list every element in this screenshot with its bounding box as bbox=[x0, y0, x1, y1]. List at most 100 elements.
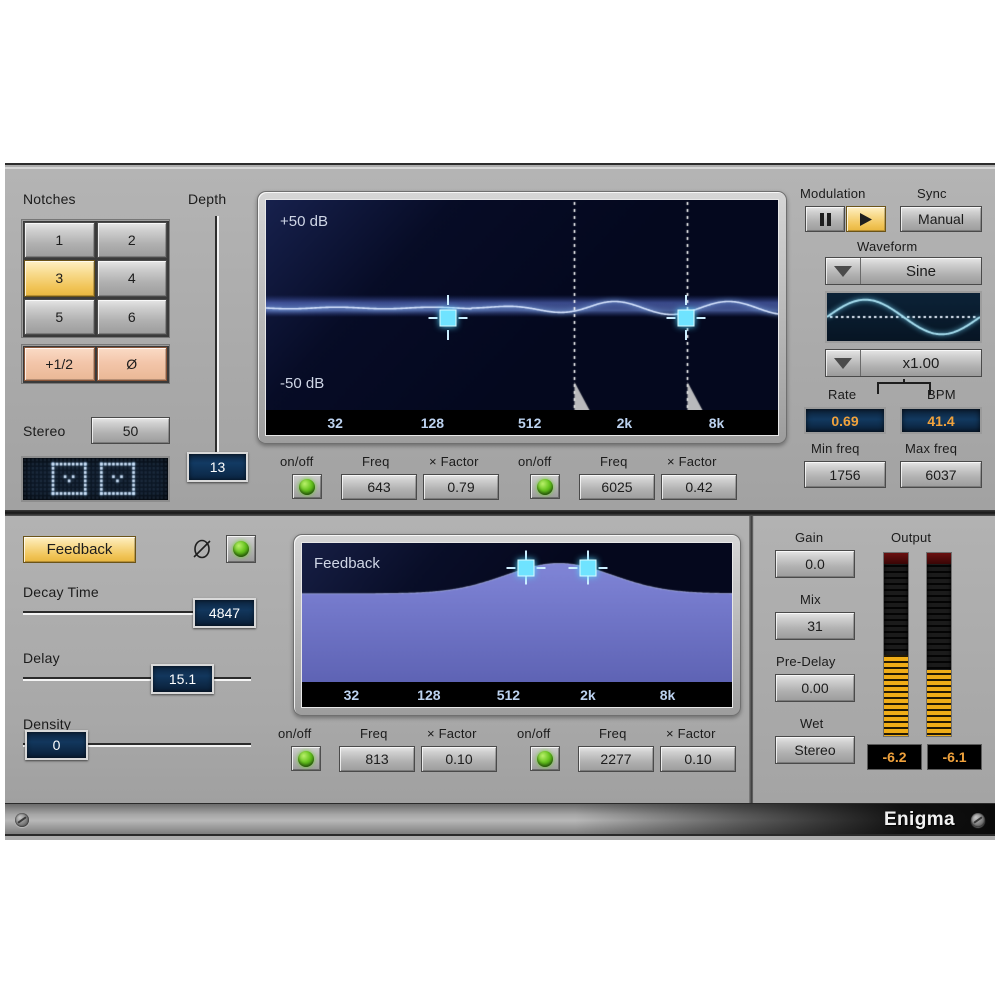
rate-bpm-link-icon bbox=[877, 379, 931, 394]
feedback-title-button[interactable]: Feedback bbox=[23, 536, 136, 563]
axis-tick: 128 bbox=[420, 414, 445, 431]
notch-node-1[interactable] bbox=[439, 309, 457, 326]
half-step-button[interactable]: +1/2 bbox=[24, 347, 95, 381]
fb-band1-factor-field[interactable]: 0.10 bbox=[421, 746, 497, 772]
band2-factor-label: × Factor bbox=[667, 454, 717, 469]
band2-onoff-button[interactable] bbox=[530, 474, 560, 499]
fb-band2-factor-field[interactable]: 0.10 bbox=[660, 746, 736, 772]
decay-time-value[interactable]: 4847 bbox=[193, 598, 256, 628]
min-freq-field[interactable]: 1756 bbox=[804, 461, 886, 488]
wet-field[interactable]: Stereo bbox=[775, 736, 855, 764]
bpm-label: BPM bbox=[927, 387, 956, 402]
notch-pattern-display bbox=[21, 456, 170, 502]
notch-button-5[interactable]: 5 bbox=[24, 298, 95, 335]
band2-freq-field[interactable]: 6025 bbox=[579, 474, 655, 500]
band1-factor-field[interactable]: 0.79 bbox=[423, 474, 499, 500]
mix-label: Mix bbox=[800, 592, 821, 607]
plugin-title: Enigma bbox=[883, 809, 955, 830]
notch-frequency-axis: 32 128 512 2k 8k bbox=[266, 410, 778, 435]
fb-band2-factor-label: × Factor bbox=[666, 726, 716, 741]
meter-ticks bbox=[927, 553, 951, 736]
pause-icon bbox=[819, 212, 831, 226]
fb-band1-freq-label: Freq bbox=[360, 726, 388, 741]
stereo-label: Stereo bbox=[23, 423, 66, 439]
band2-onoff-label: on/off bbox=[518, 454, 552, 469]
phase-icon bbox=[193, 539, 211, 559]
max-freq-field[interactable]: 6037 bbox=[900, 461, 982, 488]
notch-button-1[interactable]: 1 bbox=[24, 222, 95, 259]
depth-slider-track[interactable] bbox=[215, 216, 219, 465]
axis-tick: 8k bbox=[708, 414, 725, 431]
band2-factor-field[interactable]: 0.42 bbox=[661, 474, 737, 500]
axis-tick: 8k bbox=[659, 686, 676, 703]
feedback-node-2[interactable] bbox=[579, 559, 597, 577]
sync-label: Sync bbox=[917, 186, 947, 201]
fb-band1-factor-label: × Factor bbox=[427, 726, 477, 741]
led-icon bbox=[233, 541, 249, 557]
fb-band1-onoff-button[interactable] bbox=[291, 746, 321, 771]
output-level-left: -6.2 bbox=[867, 744, 922, 770]
feedback-spectrum-canvas[interactable]: Feedback 32 128 512 2k 8k bbox=[301, 542, 733, 708]
axis-tick: 512 bbox=[496, 686, 521, 703]
notches-button-grid: 1 2 3 4 5 6 bbox=[21, 219, 170, 338]
delay-slider-track[interactable] bbox=[23, 677, 251, 681]
axis-tick: 128 bbox=[417, 686, 441, 703]
predelay-field[interactable]: 0.00 bbox=[775, 674, 855, 702]
delay-value[interactable]: 15.1 bbox=[151, 664, 214, 694]
notch-spectrum-display[interactable]: +50 dB -50 dB 32 128 512 2k 8k bbox=[257, 191, 787, 444]
chevron-down-icon[interactable] bbox=[826, 258, 861, 284]
plugin-screenshot: Notches 1 2 3 4 5 6 +1/2 Ø Stereo 50 Dep… bbox=[0, 0, 1000, 1000]
gain-field[interactable]: 0.0 bbox=[775, 550, 855, 578]
waveform-multiplier-select[interactable]: x1.00 bbox=[825, 349, 982, 377]
feedback-spectrum-display[interactable]: Feedback 32 128 512 2k 8k bbox=[293, 534, 741, 716]
gain-label: Gain bbox=[795, 530, 824, 545]
notch-button-2[interactable]: 2 bbox=[96, 222, 167, 259]
led-icon bbox=[537, 478, 553, 495]
axis-tick: 2k bbox=[616, 414, 633, 431]
band2-freq-label: Freq bbox=[600, 454, 628, 469]
plugin-chassis: Notches 1 2 3 4 5 6 +1/2 Ø Stereo 50 Dep… bbox=[5, 163, 995, 840]
meter-clip-led bbox=[884, 553, 908, 564]
led-icon bbox=[299, 478, 315, 495]
fb-band1-freq-field[interactable]: 813 bbox=[339, 746, 415, 772]
waveform-preview bbox=[825, 291, 982, 343]
axis-tick: 32 bbox=[327, 414, 343, 431]
fb-band2-freq-field[interactable]: 2277 bbox=[578, 746, 654, 772]
notch-spectrum-canvas[interactable]: +50 dB -50 dB 32 128 512 2k 8k bbox=[265, 199, 779, 436]
led-icon bbox=[537, 750, 553, 767]
chevron-down-icon[interactable] bbox=[826, 350, 861, 376]
modulation-section: Notches 1 2 3 4 5 6 +1/2 Ø Stereo 50 Dep… bbox=[5, 169, 995, 510]
fb-band2-onoff-label: on/off bbox=[517, 726, 551, 741]
axis-tick: 32 bbox=[343, 686, 360, 703]
density-value[interactable]: 0 bbox=[25, 730, 88, 760]
rate-value-field[interactable]: 0.69 bbox=[804, 407, 886, 434]
band1-freq-field[interactable]: 643 bbox=[341, 474, 417, 500]
output-meter-right bbox=[926, 552, 952, 737]
notch-button-4[interactable]: 4 bbox=[96, 260, 167, 297]
wet-label: Wet bbox=[800, 716, 824, 731]
sync-value-field[interactable]: Manual bbox=[900, 206, 982, 232]
phase-invert-button[interactable]: Ø bbox=[96, 347, 167, 381]
rate-label: Rate bbox=[828, 387, 857, 402]
band1-freq-label: Freq bbox=[362, 454, 390, 469]
band1-onoff-button[interactable] bbox=[292, 474, 322, 499]
play-icon bbox=[860, 212, 872, 226]
notch-button-6[interactable]: 6 bbox=[96, 298, 167, 335]
feedback-onoff-button[interactable] bbox=[226, 535, 256, 563]
min-freq-label: Min freq bbox=[811, 441, 860, 456]
modulation-play-button[interactable] bbox=[846, 206, 886, 232]
bpm-value-field[interactable]: 41.4 bbox=[900, 407, 982, 434]
fb-band2-onoff-button[interactable] bbox=[530, 746, 560, 771]
notch-button-3[interactable]: 3 bbox=[24, 260, 95, 297]
depth-slider-value[interactable]: 13 bbox=[187, 452, 248, 482]
waveform-label: Waveform bbox=[857, 239, 918, 254]
output-section: Gain 0.0 Mix 31 Pre-Delay 0.00 Wet Stere… bbox=[754, 516, 995, 805]
notch-modifier-group: +1/2 Ø bbox=[21, 344, 170, 384]
modulation-pause-button[interactable] bbox=[805, 206, 845, 232]
feedback-node-1[interactable] bbox=[517, 559, 535, 577]
depth-label: Depth bbox=[188, 191, 227, 207]
mix-field[interactable]: 31 bbox=[775, 612, 855, 640]
waveform-select[interactable]: Sine bbox=[825, 257, 982, 285]
notch-node-2[interactable] bbox=[677, 309, 695, 326]
stereo-value-field[interactable]: 50 bbox=[91, 417, 170, 444]
